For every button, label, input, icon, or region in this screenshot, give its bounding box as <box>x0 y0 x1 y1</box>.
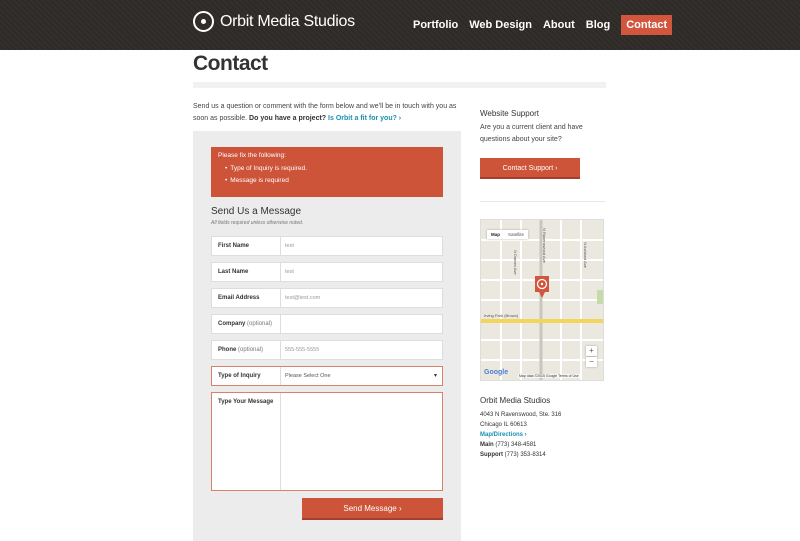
phone-field[interactable]: Phone (optional) 555-555-5555 <box>211 340 443 360</box>
map-pin-icon[interactable] <box>533 275 551 299</box>
address-title: Orbit Media Studios <box>480 396 551 405</box>
nav-contact[interactable]: Contact <box>621 15 673 35</box>
main-nav: Portfolio Web Design About Blog Contact <box>413 15 673 35</box>
page-title: Contact <box>193 52 268 75</box>
intro-text: Send us a question or comment with the f… <box>193 101 458 125</box>
field-label: Type Your Message <box>212 393 281 490</box>
inquiry-field[interactable]: Type of Inquiry Please Select One ▾ <box>211 366 443 386</box>
optional-note: (optional) <box>247 321 273 327</box>
location-map[interactable]: N Ravenswood Ave N Damen Ave N Ashland A… <box>480 219 604 381</box>
sidebar-divider <box>480 201 605 202</box>
logo-text: Orbit Media Studios <box>220 12 355 30</box>
message-field[interactable]: Type Your Message <box>211 392 443 491</box>
field-label-text: Company <box>218 321 246 327</box>
last-name-input[interactable]: test <box>281 263 442 281</box>
optional-note: (optional) <box>238 347 264 353</box>
message-textarea[interactable] <box>281 393 442 490</box>
error-item: Message is required <box>225 177 436 184</box>
send-message-button[interactable]: Send Message › <box>302 498 443 520</box>
support-phone[interactable]: (773) 353-8314 <box>505 452 546 458</box>
support-label: Support <box>480 452 503 458</box>
email-field[interactable]: Email Address test@test.com <box>211 288 443 308</box>
main-phone-line: Main (773) 348-4581 <box>480 440 561 450</box>
directions-link[interactable]: Map/Directions › <box>480 430 561 440</box>
tab-map[interactable]: Map <box>487 230 504 239</box>
field-label: First Name <box>212 237 281 255</box>
address-block: 4043 N Ravenswood, Ste. 316 Chicago IL 6… <box>480 410 561 460</box>
map-credit[interactable]: Map data ©2015 Google Terms of Use <box>518 374 580 378</box>
orbit-logo-icon <box>193 11 214 32</box>
error-item: Type of Inquiry is required. <box>225 165 436 172</box>
field-label: Email Address <box>212 289 281 307</box>
street-label: Irving Park (Brown) <box>484 313 519 318</box>
zoom-out-button[interactable]: − <box>586 357 597 367</box>
chevron-down-icon[interactable]: ▾ <box>434 367 442 385</box>
field-label-text: Phone <box>218 347 237 353</box>
field-label: Phone (optional) <box>212 341 281 359</box>
first-name-input[interactable]: test <box>281 237 442 255</box>
support-text: Are you a current client and have questi… <box>480 124 583 143</box>
zoom-in-button[interactable]: + <box>586 346 597 356</box>
tab-satellite[interactable]: Satellite <box>504 230 528 239</box>
nav-blog[interactable]: Blog <box>586 15 610 35</box>
company-input[interactable] <box>281 315 442 333</box>
support-title: Website Support <box>480 109 539 118</box>
nav-web-design[interactable]: Web Design <box>469 15 532 35</box>
logo[interactable]: Orbit Media Studios <box>193 11 355 32</box>
address-line: Chicago IL 60613 <box>480 422 527 428</box>
last-name-field[interactable]: Last Name test <box>211 262 443 282</box>
field-label: Company (optional) <box>212 315 281 333</box>
company-field[interactable]: Company (optional) <box>211 314 443 334</box>
inquiry-select[interactable]: Please Select One <box>281 367 434 385</box>
fit-link[interactable]: Is Orbit a fit for you? › <box>328 115 401 122</box>
error-box: Please fix the following: Type of Inquir… <box>211 147 443 197</box>
support-phone-line: Support (773) 353-8314 <box>480 450 561 460</box>
email-input[interactable]: test@test.com <box>281 289 442 307</box>
error-title: Please fix the following: <box>218 152 286 159</box>
google-logo: Google <box>484 369 509 376</box>
nav-portfolio[interactable]: Portfolio <box>413 15 458 35</box>
street-label: N Ravenswood Ave <box>542 228 547 263</box>
form-title: Send Us a Message <box>211 206 302 217</box>
phone-input[interactable]: 555-555-5555 <box>281 341 442 359</box>
street-label: N Ashland Ave <box>583 242 588 268</box>
main-label: Main <box>480 442 494 448</box>
form-subtitle: All fields required unless otherwise not… <box>211 220 304 226</box>
field-label: Type of Inquiry <box>212 367 281 385</box>
site-header: Orbit Media Studios Portfolio Web Design… <box>0 0 800 50</box>
nav-about[interactable]: About <box>543 15 575 35</box>
contact-support-button[interactable]: Contact Support › <box>480 158 580 179</box>
first-name-field[interactable]: First Name test <box>211 236 443 256</box>
street-label: N Damen Ave <box>513 250 518 275</box>
intro-bold: Do you have a project? <box>249 115 327 122</box>
field-label: Last Name <box>212 263 281 281</box>
title-divider <box>193 82 606 88</box>
address-line: 4043 N Ravenswood, Ste. 316 <box>480 412 562 418</box>
main-phone[interactable]: (773) 348-4581 <box>495 442 536 448</box>
map-type-tabs: Map Satellite <box>487 230 529 239</box>
